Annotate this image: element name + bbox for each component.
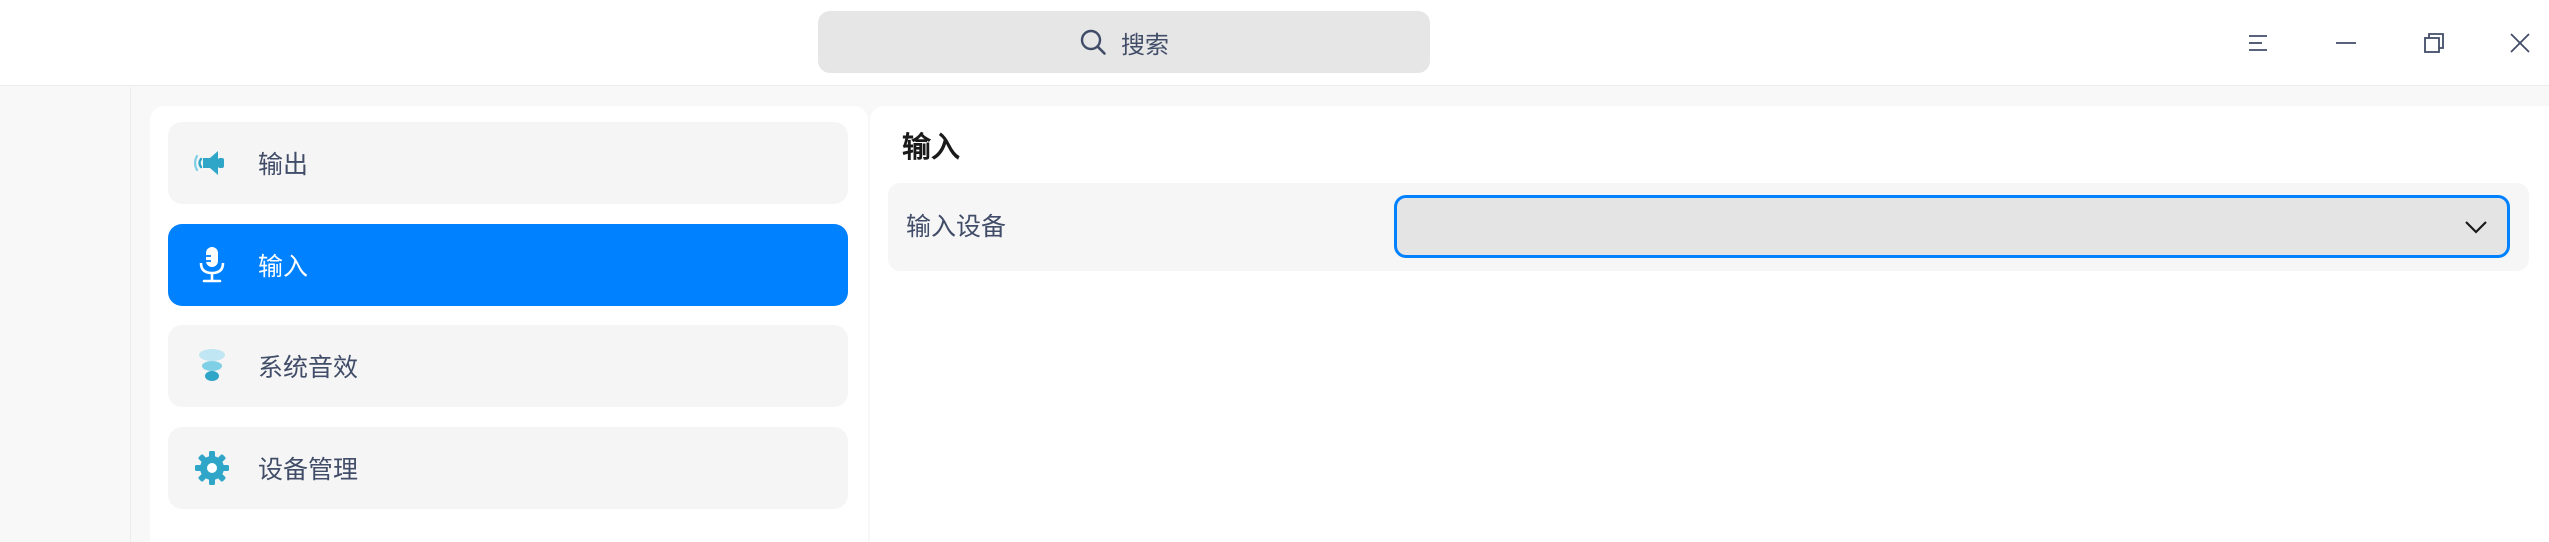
close-button[interactable]: [2490, 13, 2549, 73]
menu-button[interactable]: [2228, 13, 2288, 73]
input-device-label: 输入设备: [906, 212, 1007, 241]
search-input[interactable]: 搜索: [818, 11, 1430, 73]
input-device-row: 输入设备: [888, 183, 2529, 271]
main-panel: 输入 输入设备: [870, 106, 2549, 542]
sidebar-item-output[interactable]: 输出: [168, 122, 848, 204]
title-bar: 搜索: [0, 0, 2549, 86]
menu-icon: [2248, 33, 2268, 53]
gear-icon: [192, 448, 232, 488]
sidebar-item-device-management[interactable]: 设备管理: [168, 427, 848, 509]
sidebar-item-label: 输出: [258, 150, 309, 179]
page-title: 输入: [902, 130, 961, 164]
sound-effects-icon: [192, 346, 232, 386]
minimize-button[interactable]: [2316, 13, 2376, 73]
chevron-down-icon: [2463, 214, 2489, 240]
input-device-select[interactable]: [1394, 195, 2510, 258]
minimize-icon: [2335, 32, 2357, 54]
sidebar: 输出 输入 系统音效 设备管理: [150, 106, 868, 542]
sidebar-item-system-sounds[interactable]: 系统音效: [168, 325, 848, 407]
speaker-icon: [192, 143, 232, 183]
search-placeholder: 搜索: [1121, 30, 1169, 59]
search-icon: [1079, 28, 1107, 56]
sidebar-item-label: 系统音效: [258, 353, 359, 382]
sidebar-item-label: 输入: [258, 252, 309, 281]
close-icon: [2509, 32, 2531, 54]
microphone-icon: [192, 245, 232, 285]
sidebar-item-input[interactable]: 输入: [168, 224, 848, 306]
maximize-icon: [2423, 32, 2445, 54]
maximize-button[interactable]: [2404, 13, 2464, 73]
sidebar-item-label: 设备管理: [258, 455, 359, 484]
left-gutter: [0, 87, 131, 542]
